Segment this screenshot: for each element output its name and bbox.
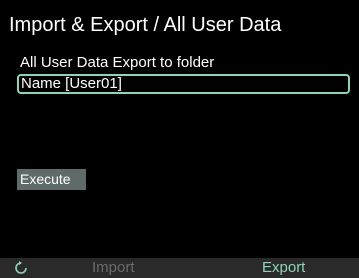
section-subtitle: All User Data Export to folder [20,54,215,71]
footer-bar: Import Export [0,258,359,278]
export-tab[interactable]: Export [262,258,305,278]
execute-button[interactable]: Execute [17,169,86,190]
name-field[interactable]: Name [User01] [17,74,350,94]
screen: Import & Export / All User Data All User… [0,0,359,278]
import-tab[interactable]: Import [92,258,135,278]
page-title: Import & Export / All User Data [9,14,282,36]
refresh-back-icon[interactable] [14,261,28,275]
